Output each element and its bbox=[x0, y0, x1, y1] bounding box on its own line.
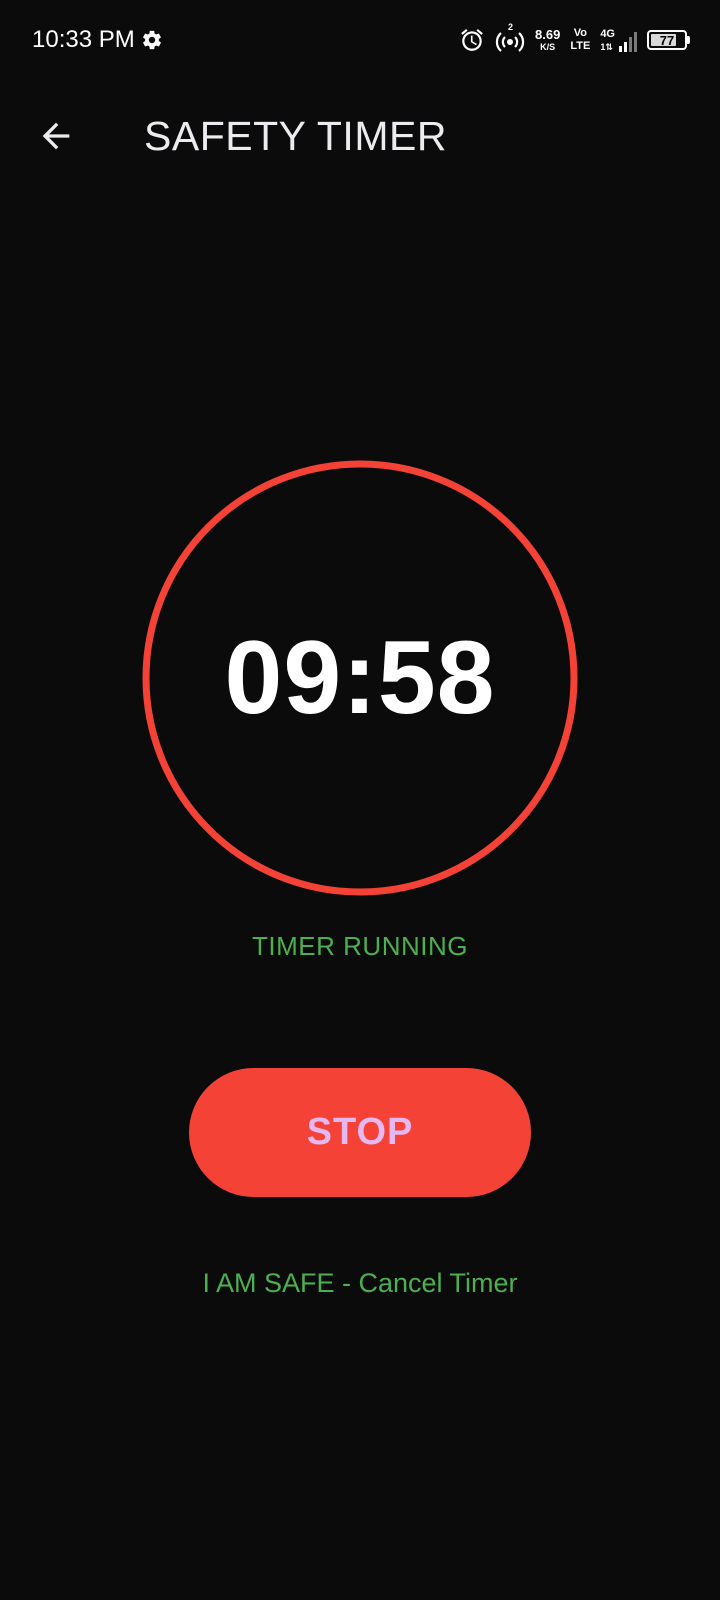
timer-countdown: 09:58 bbox=[224, 619, 496, 736]
back-button[interactable] bbox=[30, 110, 82, 162]
volte-indicator: Vo LTE bbox=[570, 28, 590, 52]
hotspot-count: 2 bbox=[508, 22, 514, 32]
alarm-clock-icon bbox=[459, 27, 485, 53]
timer-status: TIMER RUNNING bbox=[252, 931, 468, 961]
cancel-timer-button[interactable]: I AM SAFE - Cancel Timer bbox=[0, 1268, 720, 1299]
timer-ring: 09:58 bbox=[140, 458, 580, 898]
battery-level: 77 bbox=[659, 32, 675, 48]
hotspot-icon: 2 bbox=[495, 22, 525, 54]
stop-button[interactable]: STOP bbox=[189, 1068, 531, 1197]
network-speed-value: 8.69 bbox=[535, 27, 561, 42]
status-icons: 2 8.69 K/S Vo LTE 4G 1⇅ 77 bbox=[459, 22, 690, 58]
page-title: SAFETY TIMER bbox=[144, 113, 447, 159]
network-speed: 8.69 K/S bbox=[535, 28, 560, 52]
network-speed-unit: K/S bbox=[540, 42, 556, 52]
battery-icon: 77 bbox=[647, 30, 690, 50]
volte-line1: Vo bbox=[573, 27, 587, 39]
settings-gear-icon bbox=[141, 29, 163, 51]
signal-icon: 4G 1⇅ bbox=[600, 27, 637, 52]
status-bar: 10:33 PM 2 8.69 K/S Vo LTE 4G 1⇅ 77 bbox=[0, 0, 720, 80]
volte-line2: LTE bbox=[570, 40, 591, 52]
stop-button-label: STOP bbox=[306, 1111, 414, 1153]
status-time: 10:33 PM bbox=[32, 26, 135, 53]
arrow-left-icon bbox=[42, 122, 70, 150]
network-type: 4G bbox=[600, 27, 615, 40]
network-activity: 1⇅ bbox=[600, 41, 613, 52]
